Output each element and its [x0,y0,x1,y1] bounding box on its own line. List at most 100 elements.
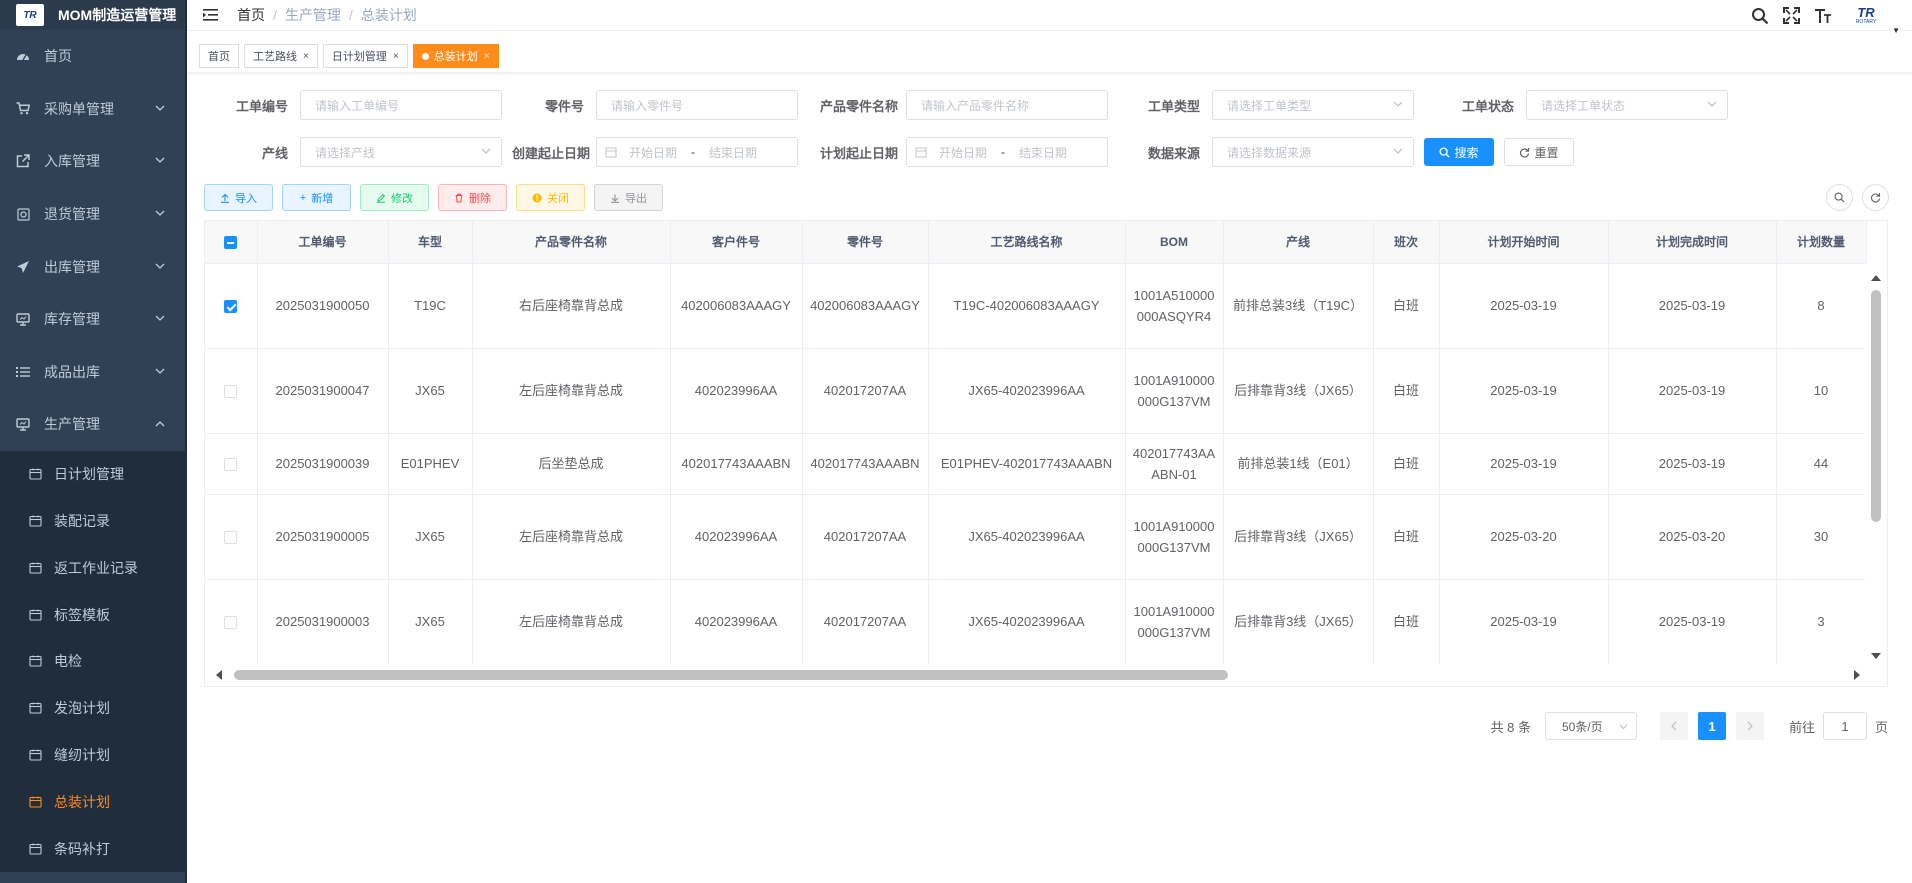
breadcrumb-separator: / [273,7,277,23]
add-button[interactable]: + 新增 [282,184,351,211]
sidebar-item[interactable]: 退货管理 [0,188,185,241]
table-row[interactable]: 2025031900039 E01PHEV 后坐垫总成 402017743AAABN 4… [205,433,1867,495]
source-select[interactable]: 请选择数据来源 [1212,137,1414,167]
plan-date-range[interactable]: 开始日期 - 结束日期 [906,137,1108,167]
hamburger-icon[interactable] [203,8,219,22]
table-cell: 白班 [1373,263,1440,349]
table-cell: E01PHEV-402017743AAABN [928,433,1126,495]
sidebar-subitem[interactable]: 条码补打 [0,825,185,872]
create-date-range[interactable]: 开始日期 - 结束日期 [596,137,798,167]
table-cell: 2025-03-20 [1608,494,1777,580]
close-icon[interactable]: × [393,51,399,62]
table-cell: 后排靠背3线（JX65） [1223,494,1374,580]
create-date-end[interactable]: 结束日期 [709,144,757,161]
sidebar-item[interactable]: 库存管理 [0,293,185,346]
app-logo[interactable]: TR MOM制造运营管理 [0,0,185,30]
tag-assembly-plan[interactable]: 总装计划 × [412,44,499,68]
prev-page-button[interactable] [1659,712,1688,740]
line-select[interactable]: 请选择产线 [300,137,502,167]
plan-date-label: 计划起止日期 [819,145,898,161]
sidebar-item[interactable]: 生产管理 [0,398,185,451]
search-icon[interactable] [1751,7,1769,25]
sidebar-item[interactable]: 出库管理 [0,240,185,293]
tag-daily-plan[interactable]: 日计划管理 × [322,44,408,68]
pagination: 共 8 条 50条/页 1 前往 1 页 [1491,712,1888,740]
sidebar-subitem[interactable]: 电检 [0,638,185,685]
create-date-start[interactable]: 开始日期 [629,144,677,161]
plan-date-end[interactable]: 结束日期 [1019,144,1067,161]
table-cell: 左后座椅靠背总成 [472,494,671,580]
sidebar-subitem[interactable]: 返工作业记录 [0,544,185,591]
toggle-search-button[interactable] [1826,184,1853,211]
part-no-label: 零件号 [544,98,584,114]
row-checkbox[interactable] [224,458,238,472]
table-row[interactable]: 2025031900050 T19C 右后座椅靠背总成 402006083AAAGY 4… [205,263,1867,349]
reset-button[interactable]: 重置 [1504,138,1574,166]
breadcrumb-home[interactable]: 首页 [237,5,265,25]
sidebar-subitem[interactable]: 缝纫计划 [0,732,185,779]
scroll-left-icon[interactable] [215,670,223,680]
vertical-scroll-thumb[interactable] [1871,290,1881,522]
sidebar-item[interactable]: 成品出库 [0,346,185,399]
delete-button[interactable]: 删除 [438,184,507,211]
active-dot-icon [421,52,429,60]
page-number-1[interactable]: 1 [1697,712,1726,740]
fullscreen-icon[interactable] [1783,7,1800,24]
order-status-select[interactable]: 请选择工单状态 [1526,90,1728,120]
part-name-placeholder: 请输入产品零件名称 [921,98,1030,113]
sidebar-subitem-label: 缝纫计划 [54,746,110,763]
sidebar-item[interactable]: 入库管理 [0,135,185,188]
plan-date-start[interactable]: 开始日期 [939,144,987,161]
tags-shadow [187,72,1912,76]
sidebar-item[interactable]: 首页 [0,30,185,83]
goto-page-input[interactable]: 1 [1822,712,1867,740]
search-button[interactable]: 搜索 [1424,138,1494,166]
table-cell: 10 [1776,348,1867,434]
page-size-select[interactable]: 50条/页 [1544,712,1637,740]
sidebar-item[interactable]: 采购单管理 [0,83,185,136]
close-icon[interactable]: × [484,51,490,62]
edit-button[interactable]: 修改 [360,184,429,211]
export-button[interactable]: 导出 [594,184,663,211]
user-avatar[interactable]: TR ROTARY ▼ [1846,4,1900,35]
row-checkbox[interactable] [224,300,238,314]
row-checkbox[interactable] [224,616,238,630]
table-cell: 402017207AA [802,494,929,580]
sidebar-subitem[interactable]: 发泡计划 [0,685,185,732]
caret-down-icon[interactable]: ▼ [1892,26,1900,35]
table-row[interactable]: 2025031900005 JX65 左后座椅靠背总成 402023996AA 4020… [205,494,1867,580]
tag-process-route[interactable]: 工艺路线 × [244,44,318,68]
vertical-scrollbar[interactable] [1865,264,1887,664]
scroll-down-icon[interactable] [1871,652,1881,660]
sidebar-subitem[interactable]: 总装计划 [0,778,185,825]
scroll-right-icon[interactable] [1853,670,1861,680]
refresh-table-button[interactable] [1862,184,1889,211]
monitor-icon [16,312,30,326]
sidebar-subitem[interactable]: 标签模板 [0,591,185,638]
row-checkbox[interactable] [224,531,238,545]
table-cell: 30 [1776,494,1867,580]
list-icon [16,365,30,379]
order-no-input[interactable]: 请输入工单编号 [300,90,502,120]
breadcrumb-current: 总装计划 [360,7,417,23]
sidebar-subitem[interactable]: 装配记录 [0,498,185,545]
tag-home[interactable]: 首页 [199,44,239,68]
table-row[interactable]: 2025031900003 JX65 左后座椅靠背总成 402023996AA 4020… [205,579,1867,665]
row-checkbox[interactable] [224,385,238,399]
font-size-icon[interactable] [1814,7,1832,24]
sidebar-subitem[interactable]: 日计划管理 [0,451,185,498]
part-name-input[interactable]: 请输入产品零件名称 [906,90,1108,120]
next-page-button[interactable] [1735,712,1764,740]
close-icon[interactable]: × [303,51,309,62]
horizontal-scroll-thumb[interactable] [234,670,1228,680]
table-row[interactable]: 2025031900047 JX65 左后座椅靠背总成 402023996AA 4020… [205,348,1867,434]
import-button[interactable]: 导入 [204,184,273,211]
part-no-input[interactable]: 请输入零件号 [596,90,798,120]
order-type-select[interactable]: 请选择工单类型 [1212,90,1414,120]
horizontal-scrollbar[interactable] [205,664,1887,686]
sidebar-menu: 首页 采购单管理 入库管理 退货管理 出库管理 库存管理 成品出库 生产管理 日计划管理 装配记录… [0,30,185,872]
close-order-button[interactable]: 关闭 [516,184,585,211]
select-all-checkbox[interactable] [224,235,238,249]
col-header: 客户件号 [670,221,803,264]
scroll-up-icon[interactable] [1871,274,1881,282]
